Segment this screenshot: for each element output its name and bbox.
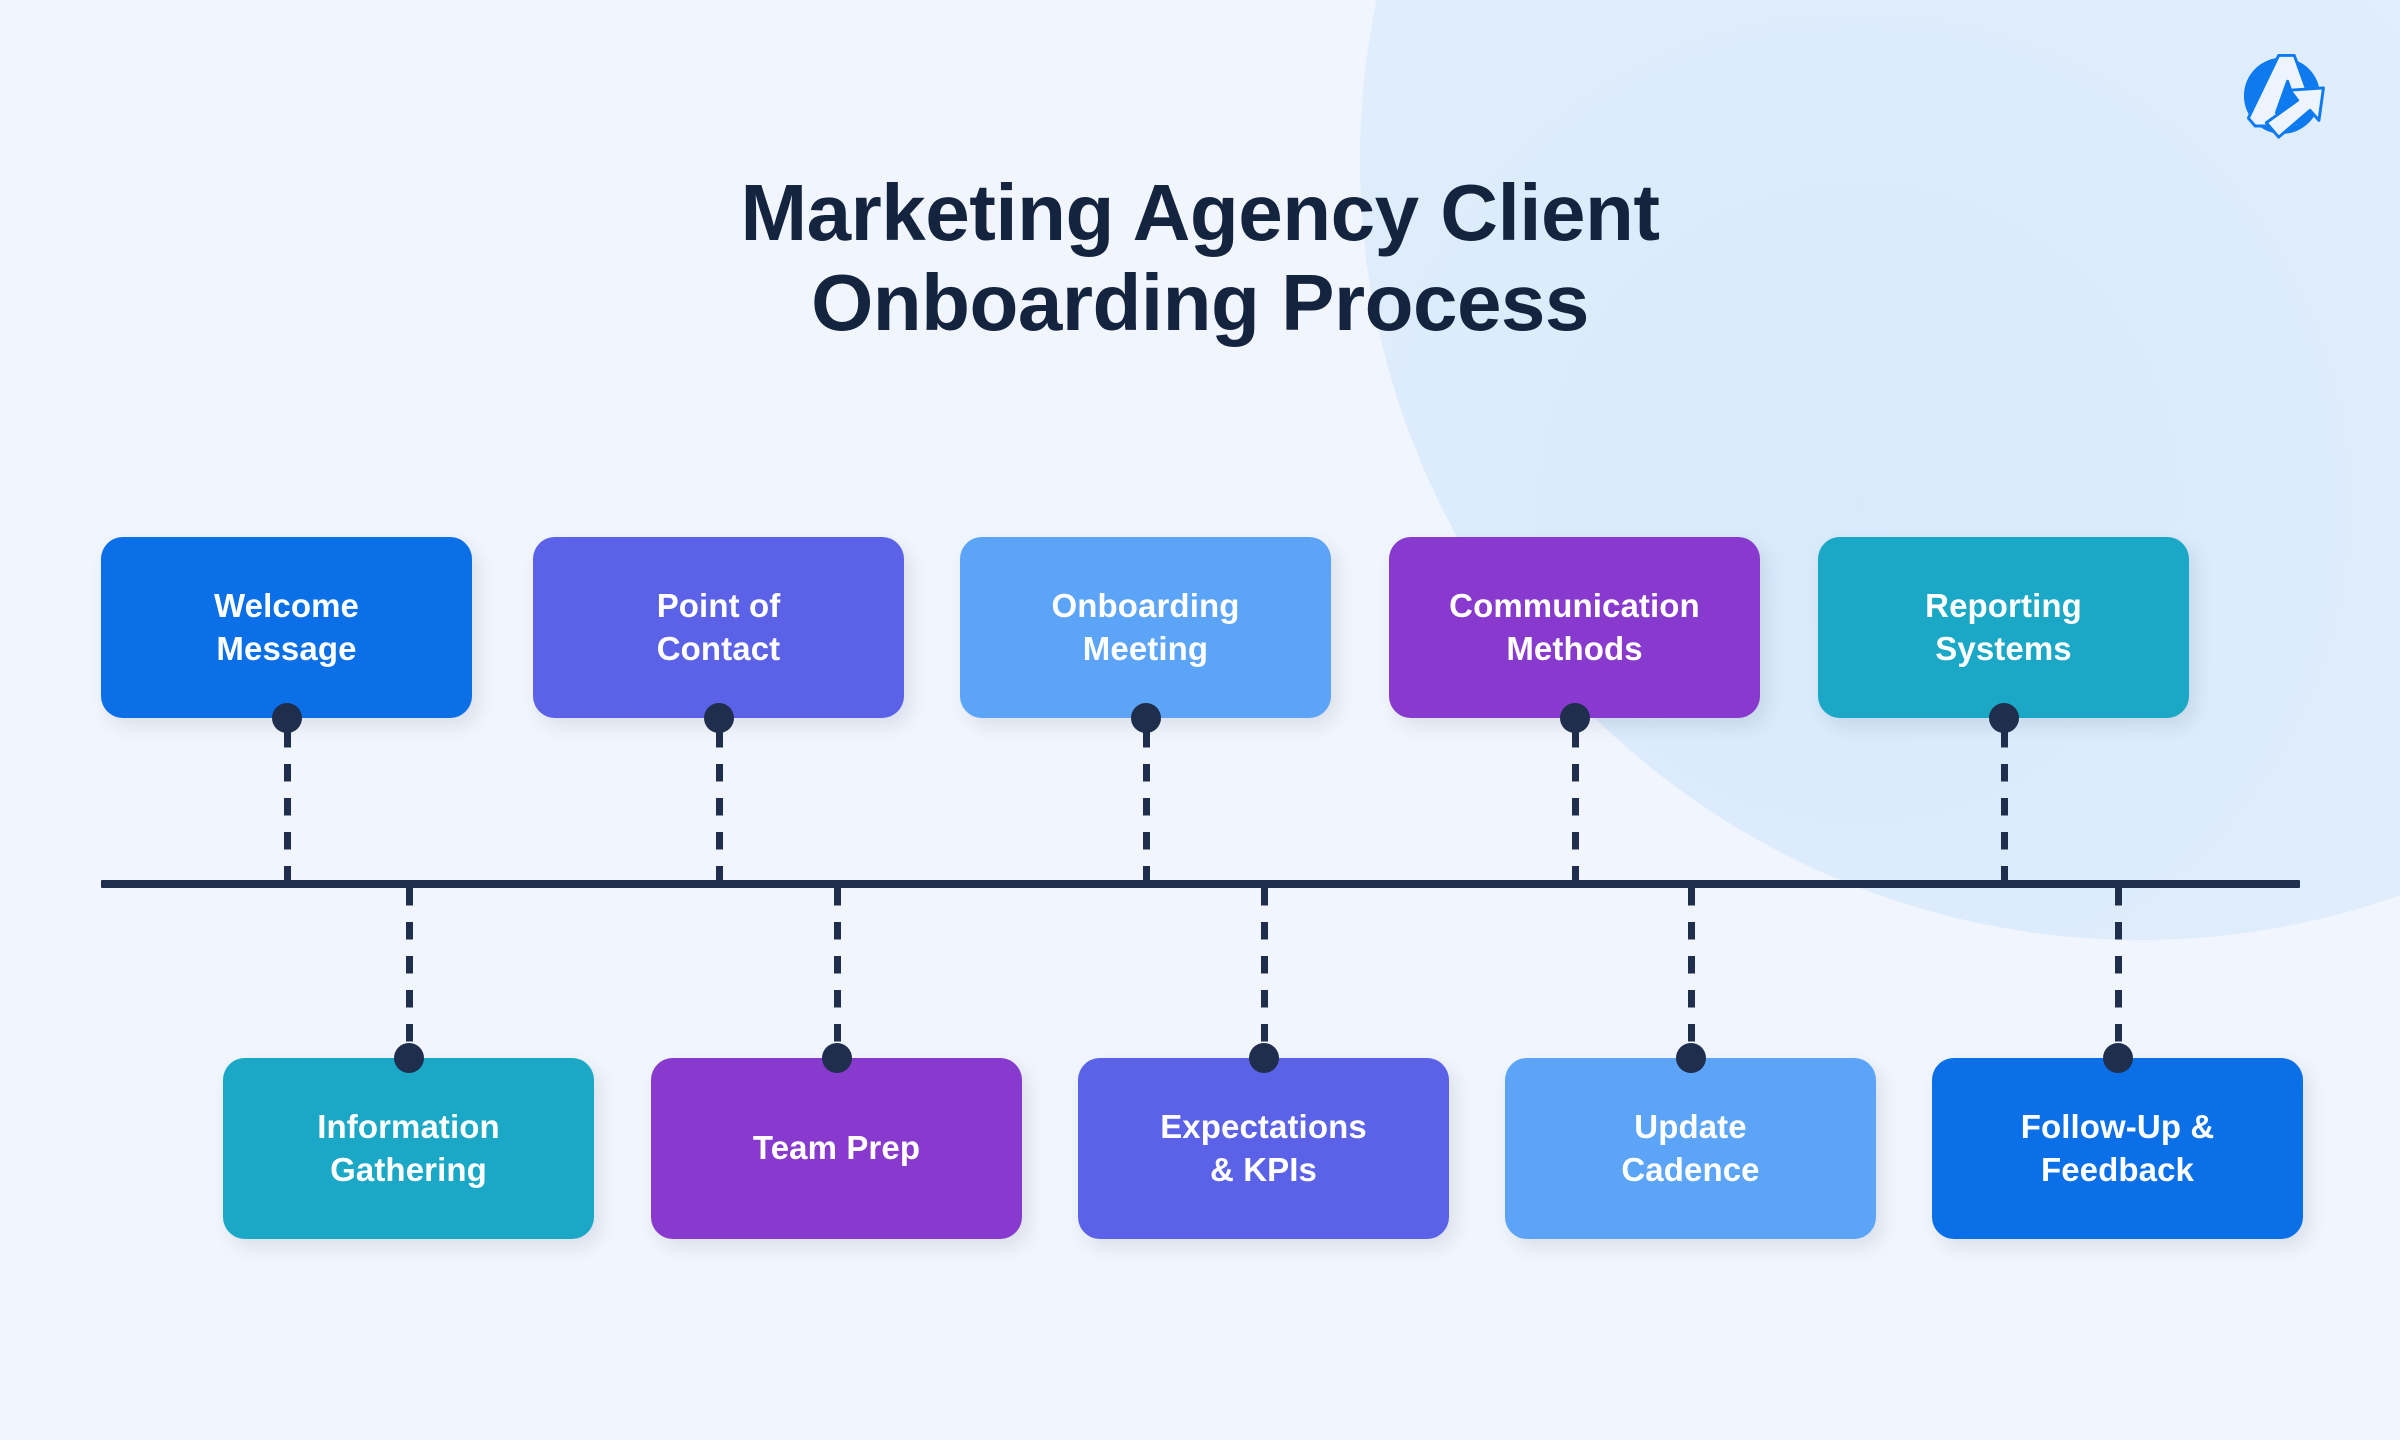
timeline-node-dot: [1130, 703, 1161, 733]
step-card-update-cadence[interactable]: Update Cadence: [1505, 1043, 1876, 1239]
step-card-label: Follow-Up & Feedback: [2020, 1108, 2215, 1188]
step-card-label: Communication Methods: [1449, 587, 1700, 667]
timeline-connector-dashed: [1260, 888, 1268, 1046]
timeline-axis: [101, 880, 2300, 888]
step-card-expectations-kpis[interactable]: Expectations & KPIs: [1078, 1043, 1449, 1239]
timeline-node-dot: [393, 1043, 424, 1073]
step-card-communication-methods[interactable]: Communication Methods: [1389, 537, 1760, 733]
timeline-node-dot: [271, 703, 302, 733]
timeline-connector-dashed: [1142, 730, 1150, 880]
step-card-information-gathering[interactable]: Information Gathering: [223, 1043, 594, 1239]
timeline-node-dot: [1248, 1043, 1279, 1073]
page-title-line-1: Marketing Agency Client: [740, 168, 1660, 257]
step-card-label: Update Cadence: [1621, 1108, 1760, 1188]
timeline-connector-dashed: [715, 730, 723, 880]
step-card-reporting-systems[interactable]: Reporting Systems: [1818, 537, 2189, 733]
timeline-connector-dashed: [405, 888, 413, 1046]
timeline-connector-dashed: [2000, 730, 2008, 880]
timeline-connector-dashed: [833, 888, 841, 1046]
timeline-node-dot: [821, 1043, 852, 1073]
timeline-connector-dashed: [2114, 888, 2122, 1046]
timeline-node-dot: [1988, 703, 2019, 733]
agency-logo: [2226, 42, 2338, 154]
step-card-welcome-message[interactable]: Welcome Message: [101, 537, 472, 733]
timeline-node-dot: [1675, 1043, 1706, 1073]
page-title-line-2: Onboarding Process: [811, 257, 1589, 347]
timeline-connector-dashed: [283, 730, 291, 880]
step-card-label: Onboarding Meeting: [1051, 587, 1240, 667]
timeline-node-dot: [2102, 1043, 2133, 1073]
timeline-connector-dashed: [1687, 888, 1695, 1046]
timeline-connector-dashed: [1571, 730, 1579, 880]
step-card-label: Reporting Systems: [1925, 587, 2082, 667]
step-card-follow-up-feedback[interactable]: Follow-Up & Feedback: [1932, 1043, 2303, 1239]
step-card-label: Team Prep: [752, 1129, 921, 1167]
step-card-label: Welcome Message: [214, 587, 359, 667]
step-card-label: Expectations & KPIs: [1160, 1108, 1367, 1188]
step-card-label: Point of Contact: [656, 587, 781, 667]
step-card-point-of-contact[interactable]: Point of Contact: [533, 537, 904, 733]
page-title: Marketing Agency Client Onboarding Proce…: [0, 168, 2400, 347]
timeline-node-dot: [703, 703, 734, 733]
timeline-node-dot: [1559, 703, 1590, 733]
step-card-label: Information Gathering: [317, 1108, 500, 1188]
step-card-onboarding-meeting[interactable]: Onboarding Meeting: [960, 537, 1331, 733]
step-card-team-prep[interactable]: Team Prep: [651, 1043, 1022, 1239]
infographic-canvas: Marketing Agency Client Onboarding Proce…: [0, 0, 2400, 1440]
